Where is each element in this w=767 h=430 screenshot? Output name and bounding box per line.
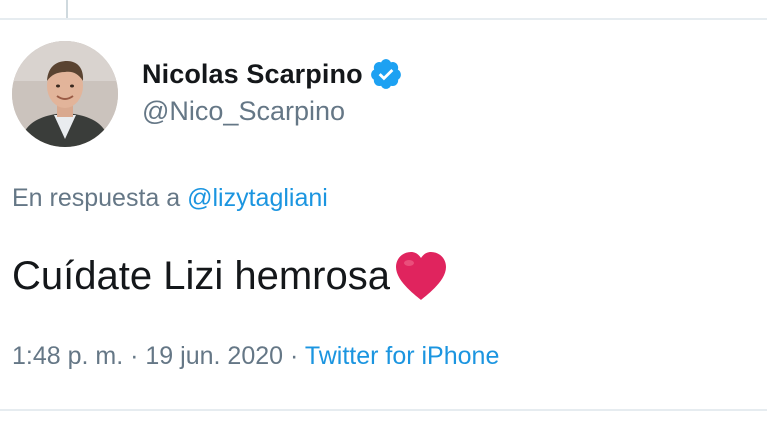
verified-badge-icon [369,57,403,91]
bottom-divider [0,409,767,411]
author-display-name[interactable]: Nicolas Scarpino [142,59,363,90]
tweet-date[interactable]: 19 jun. 2020 [145,342,283,370]
tweet-text-content: Cuídate Lizi hemrosa [12,253,390,298]
top-divider [0,18,767,20]
author-handle[interactable]: @Nico_Scarpino [142,96,345,127]
reply-to-handle-link[interactable]: @lizytagliani [187,184,328,212]
tweet-body: Cuídate Lizi hemrosa [12,250,450,302]
heart-emoji-icon [392,250,450,302]
tweet-time[interactable]: 1:48 p. m. [12,342,123,370]
author-name-row: Nicolas Scarpino [142,54,403,94]
avatar-image [12,41,118,147]
reply-prefix-label: En respuesta a [12,184,181,212]
tweet-metadata: 1:48 p. m. · 19 jun. 2020 · Twitter for … [12,342,499,371]
meta-separator: · [130,342,139,370]
thread-connector-line [66,0,68,18]
tweet-source-link[interactable]: Twitter for iPhone [305,342,500,370]
reply-context: En respuesta a @lizytagliani [12,184,328,213]
avatar[interactable] [12,41,118,147]
meta-separator: · [289,342,299,370]
